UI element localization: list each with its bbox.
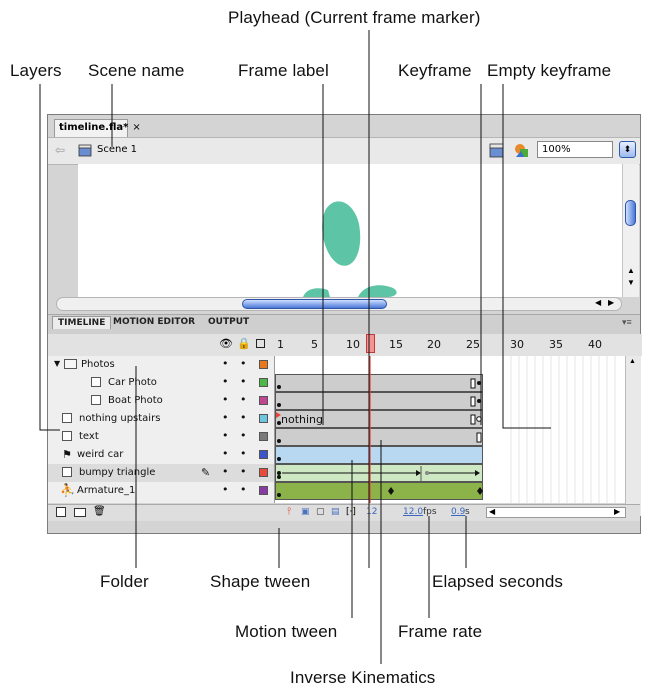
callout-leader-lines <box>39 30 551 664</box>
